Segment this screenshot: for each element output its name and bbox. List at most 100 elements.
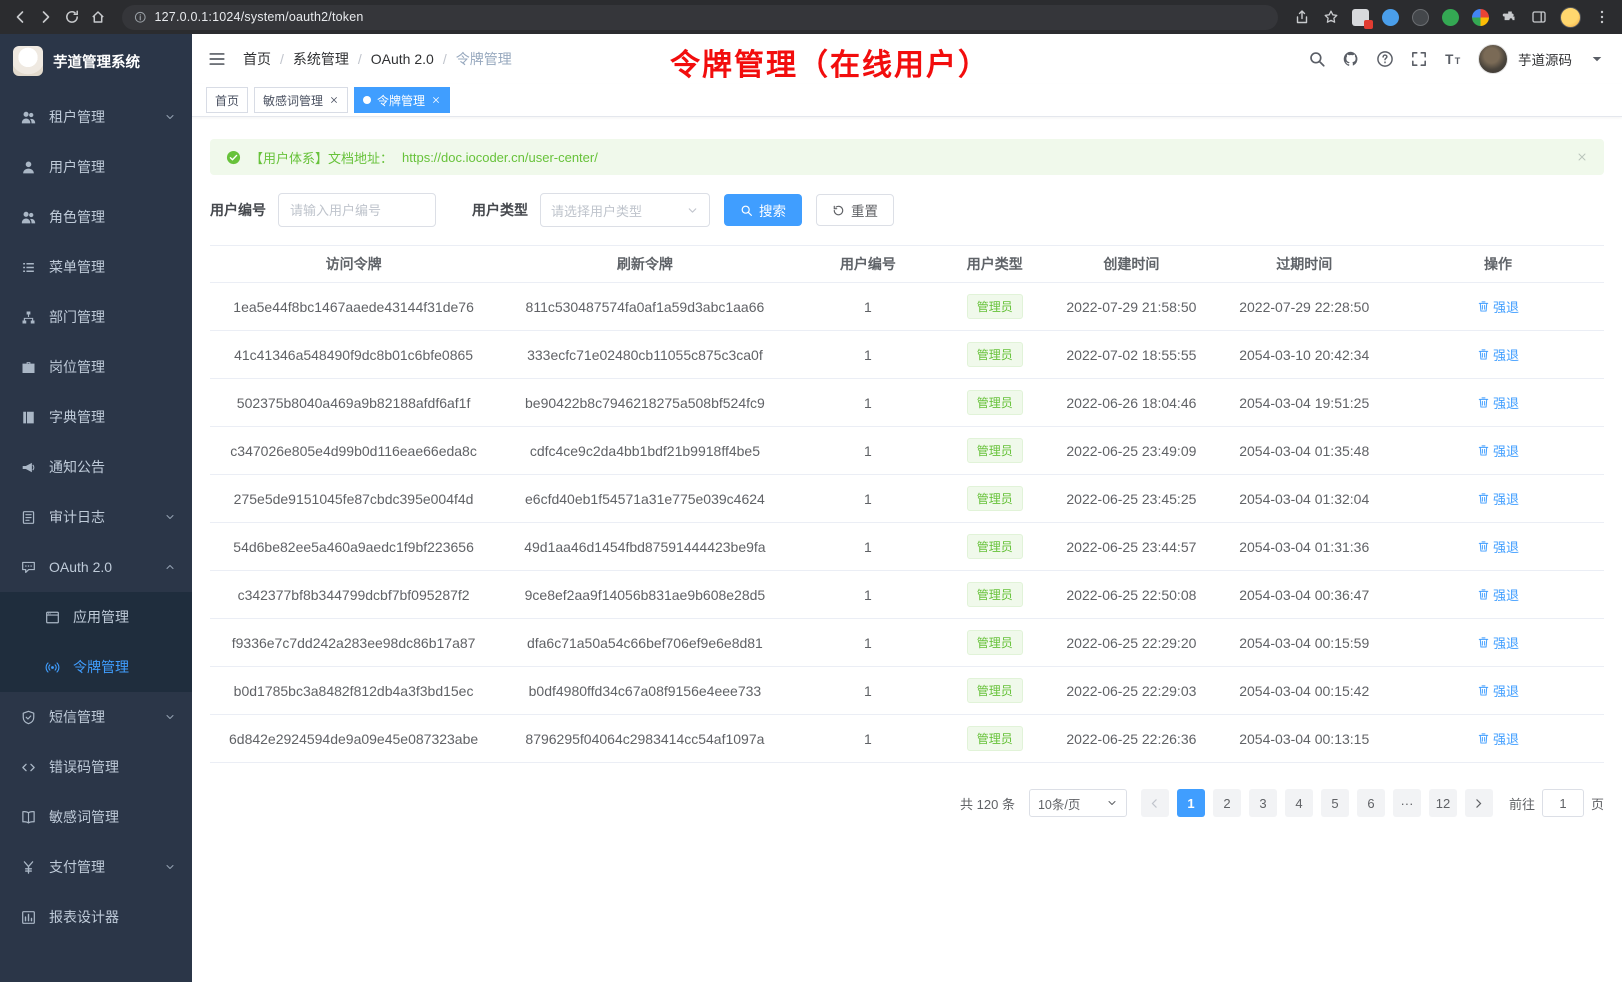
force-logout-button[interactable]: 强退 xyxy=(1477,633,1519,652)
user-id-input[interactable] xyxy=(278,193,436,227)
cell-refresh-token: 9ce8ef2aa9f14056b831ae9b608e28d5 xyxy=(497,571,793,619)
force-logout-button[interactable]: 强退 xyxy=(1477,345,1519,364)
table-header-row: 访问令牌刷新令牌用户编号用户类型创建时间过期时间操作 xyxy=(210,246,1604,283)
sidebar-item-oauth2-app[interactable]: 应用管理 xyxy=(0,592,192,642)
sidebar-item-post[interactable]: 岗位管理 xyxy=(0,342,192,392)
force-logout-button[interactable]: 强退 xyxy=(1477,489,1519,508)
force-logout-button[interactable]: 强退 xyxy=(1477,441,1519,460)
browser-profile-avatar[interactable] xyxy=(1560,7,1581,28)
total-count: 共 120 条 xyxy=(960,794,1015,813)
sidebar-toggle-icon[interactable] xyxy=(208,50,226,68)
user-caret-icon[interactable] xyxy=(1588,50,1606,68)
cell-user-id: 1 xyxy=(793,715,944,763)
page-button-5[interactable]: 5 xyxy=(1321,789,1349,817)
breadcrumb-item[interactable]: OAuth 2.0 xyxy=(371,51,434,67)
sidebar-item-report-designer[interactable]: 报表设计器 xyxy=(0,892,192,942)
search-button[interactable]: 搜索 xyxy=(724,194,802,226)
github-icon[interactable] xyxy=(1342,50,1360,68)
page-button-4[interactable]: 4 xyxy=(1285,789,1313,817)
extensions-puzzle-icon[interactable] xyxy=(1502,9,1518,25)
sidebar-item-notice[interactable]: 通知公告 xyxy=(0,442,192,492)
tab-sensitive-word[interactable]: 敏感词管理 xyxy=(254,87,348,113)
extension-icon[interactable] xyxy=(1382,9,1399,26)
font-size-icon[interactable]: TT xyxy=(1444,50,1462,68)
bookmark-star-icon[interactable] xyxy=(1323,9,1339,25)
refresh-icon[interactable] xyxy=(64,9,80,25)
sidebar-item-error-code[interactable]: 错误码管理 xyxy=(0,742,192,792)
page-button-1[interactable]: 1 xyxy=(1177,789,1205,817)
user-type-placeholder: 请选择用户类型 xyxy=(551,201,642,220)
user-type-badge: 管理员 xyxy=(967,726,1023,751)
force-logout-button[interactable]: 强退 xyxy=(1477,729,1519,748)
cell-user-type: 管理员 xyxy=(943,475,1046,523)
force-logout-button[interactable]: 强退 xyxy=(1477,297,1519,316)
browser-menu-icon[interactable] xyxy=(1594,9,1610,25)
cell-expire-time: 2054-03-04 01:31:36 xyxy=(1216,523,1392,571)
search-icon[interactable] xyxy=(1308,50,1326,68)
breadcrumb-item[interactable]: 首页 xyxy=(243,49,271,69)
tabs-bar: 首页敏感词管理令牌管理 xyxy=(192,84,1622,117)
help-icon[interactable] xyxy=(1376,50,1394,68)
sidebar-item-dept[interactable]: 部门管理 xyxy=(0,292,192,342)
force-logout-button[interactable]: 强退 xyxy=(1477,681,1519,700)
sidebar-item-oauth2-token[interactable]: 令牌管理 xyxy=(0,642,192,692)
table-row: 54d6be82ee5a460a9aedc1f9bf22365649d1aa46… xyxy=(210,523,1604,571)
sidebar-item-audit-log[interactable]: 审计日志 xyxy=(0,492,192,542)
reset-button[interactable]: 重置 xyxy=(816,194,894,226)
goto-page-input[interactable] xyxy=(1542,789,1584,817)
sidebar-menu: 租户管理用户管理角色管理菜单管理部门管理岗位管理字典管理通知公告审计日志OAut… xyxy=(0,88,192,982)
share-icon[interactable] xyxy=(1294,9,1310,25)
breadcrumb-item[interactable]: 系统管理 xyxy=(293,49,349,69)
user-name[interactable]: 芋道源码 xyxy=(1518,49,1572,69)
home-icon[interactable] xyxy=(90,9,106,25)
sidebar-item-dict[interactable]: 字典管理 xyxy=(0,392,192,442)
fullscreen-icon[interactable] xyxy=(1410,50,1428,68)
force-logout-button[interactable]: 强退 xyxy=(1477,537,1519,556)
extension-icon[interactable] xyxy=(1352,9,1369,26)
page-button-2[interactable]: 2 xyxy=(1213,789,1241,817)
force-logout-button[interactable]: 强退 xyxy=(1477,393,1519,412)
address-bar[interactable]: 127.0.0.1:1024/system/oauth2/token xyxy=(122,5,1278,30)
forward-icon[interactable] xyxy=(38,9,54,25)
sidebar-item-sms[interactable]: 短信管理 xyxy=(0,692,192,742)
chevron-down-icon xyxy=(1106,797,1118,809)
sidebar-item-pay[interactable]: 支付管理 xyxy=(0,842,192,892)
sidebar-item-tenant[interactable]: 租户管理 xyxy=(0,92,192,142)
top-navbar: 首页/系统管理/OAuth 2.0/令牌管理 令牌管理（在线用户） TT 芋道源… xyxy=(192,34,1622,84)
user-avatar[interactable] xyxy=(1478,44,1508,74)
user-type-select[interactable]: 请选择用户类型 xyxy=(540,193,710,227)
svg-text:T: T xyxy=(1445,52,1454,67)
app-logo[interactable]: 芋道管理系统 xyxy=(0,34,192,88)
alert-close-icon[interactable] xyxy=(1576,151,1588,163)
sidebar-item-oauth2[interactable]: OAuth 2.0 xyxy=(0,542,192,592)
sidebar-item-user[interactable]: 用户管理 xyxy=(0,142,192,192)
page-size-select[interactable]: 10条/页 xyxy=(1029,789,1127,817)
sidebar-item-label: 角色管理 xyxy=(49,207,176,227)
prev-page-button[interactable] xyxy=(1141,789,1169,817)
page-button-6[interactable]: 6 xyxy=(1357,789,1385,817)
side-panel-icon[interactable] xyxy=(1531,9,1547,25)
page-button-12[interactable]: 12 xyxy=(1429,789,1457,817)
menu-icon xyxy=(20,260,36,275)
extension-icon[interactable] xyxy=(1442,9,1459,26)
sidebar-item-menu[interactable]: 菜单管理 xyxy=(0,242,192,292)
sidebar-item-sensitive-word[interactable]: 敏感词管理 xyxy=(0,792,192,842)
tab-close-icon[interactable] xyxy=(329,95,339,105)
sidebar-item-role[interactable]: 角色管理 xyxy=(0,192,192,242)
tab-home[interactable]: 首页 xyxy=(206,87,248,113)
tab-token[interactable]: 令牌管理 xyxy=(354,87,450,113)
force-logout-button[interactable]: 强退 xyxy=(1477,585,1519,604)
tab-close-icon[interactable] xyxy=(431,95,441,105)
breadcrumb: 首页/系统管理/OAuth 2.0/令牌管理 xyxy=(243,49,512,69)
tenant-icon xyxy=(20,110,36,125)
site-info-icon[interactable] xyxy=(134,11,147,24)
extension-icon[interactable] xyxy=(1472,9,1489,26)
pages-ellipsis[interactable]: ··· xyxy=(1393,789,1421,817)
back-icon[interactable] xyxy=(12,9,28,25)
extension-icon[interactable] xyxy=(1412,9,1429,26)
cell-action: 强退 xyxy=(1392,475,1604,523)
doc-link[interactable]: https://doc.iocoder.cn/user-center/ xyxy=(402,150,598,165)
page-button-3[interactable]: 3 xyxy=(1249,789,1277,817)
next-page-button[interactable] xyxy=(1465,789,1493,817)
force-logout-label: 强退 xyxy=(1493,729,1519,748)
